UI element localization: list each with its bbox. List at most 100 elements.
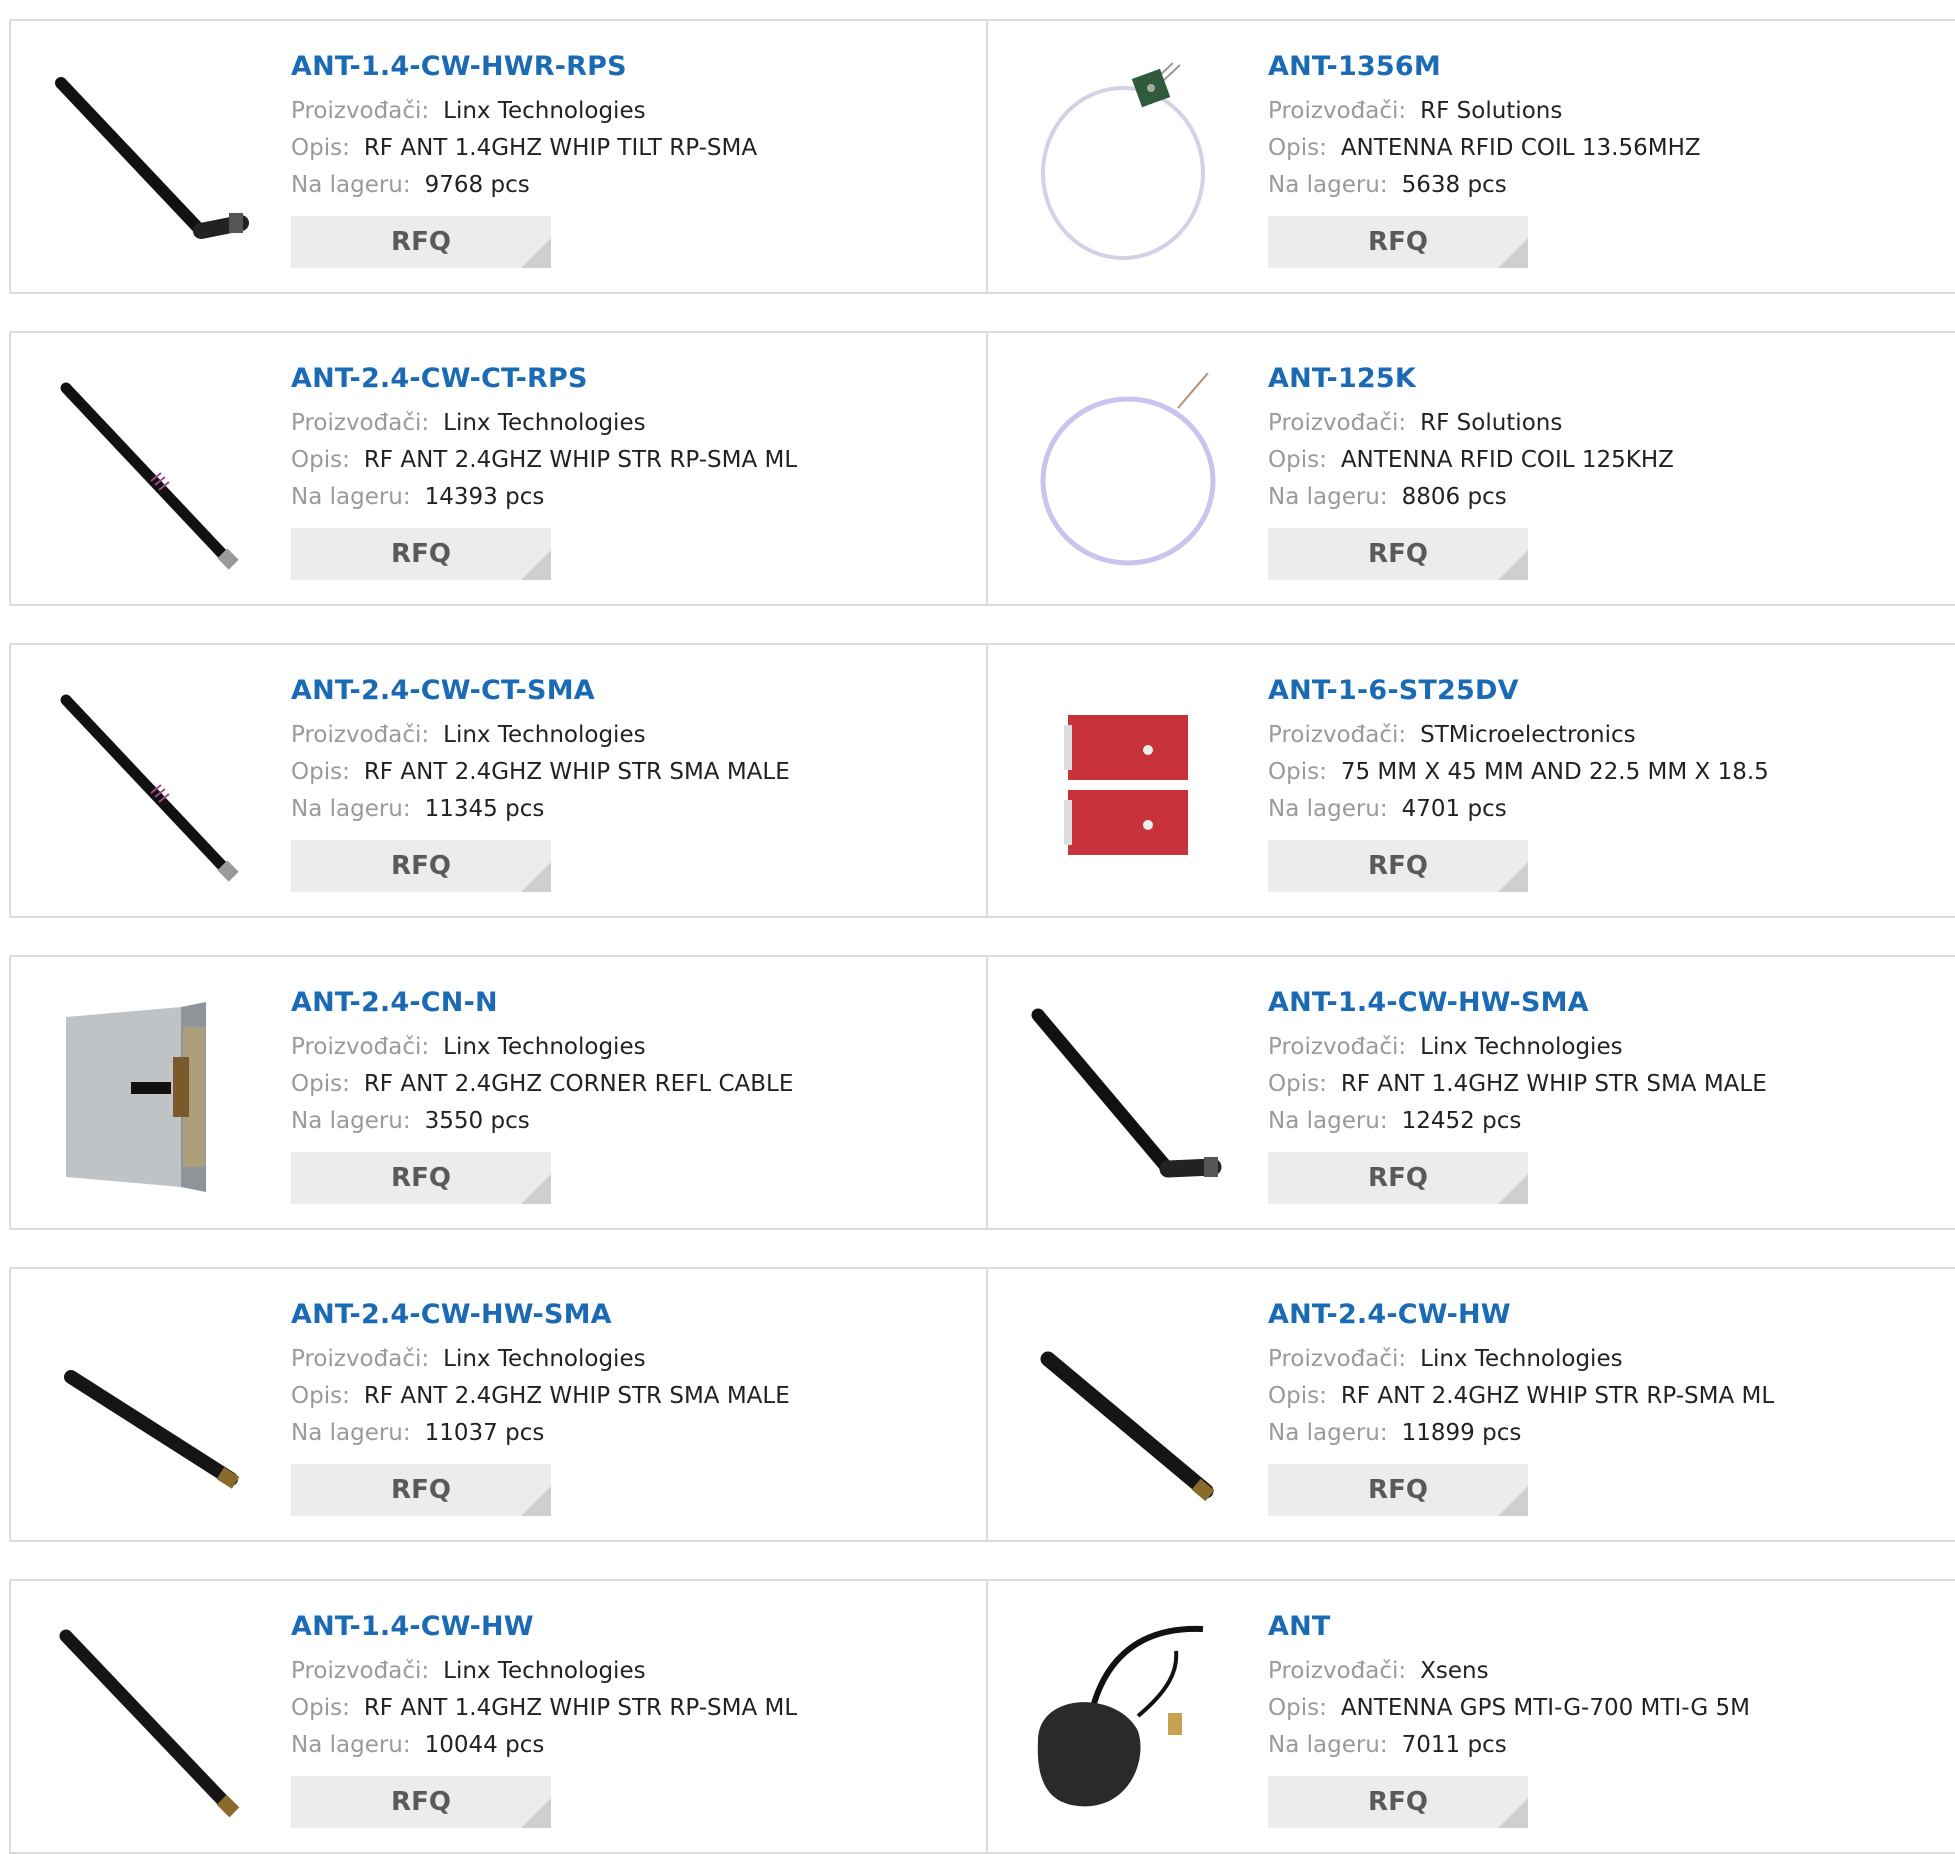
rfq-label: RFQ xyxy=(1368,1163,1428,1193)
product-name-link[interactable]: ANT-1-6-ST25DV xyxy=(1268,673,1769,709)
product-image-straight-whip-striped[interactable] xyxy=(51,373,251,573)
product-name-link[interactable]: ANT-2.4-CW-CT-RPS xyxy=(291,361,797,397)
stock-value: 14393 pcs xyxy=(424,484,545,510)
description-row: Opis: RF ANT 2.4GHZ WHIP STR RP-SMA ML xyxy=(291,442,797,479)
manufacturer-label: Proizvođači: xyxy=(1268,722,1407,748)
manufacturer-row: Proizvođači: STMicroelectronics xyxy=(1268,717,1769,754)
stock-row: Na lageru: 12452 pcs xyxy=(1268,1103,1767,1140)
product-row: ANT-2.4-CW-CT-SMA Proizvođači: Linx Techn… xyxy=(9,643,1955,918)
product-image-straight-whip-striped[interactable] xyxy=(51,685,251,885)
stock-label: Na lageru: xyxy=(291,484,411,510)
product-image-rfid-coil[interactable] xyxy=(1028,373,1228,573)
product-name-link[interactable]: ANT-1.4-CW-HWR-RPS xyxy=(291,49,757,85)
corner-decoration-icon xyxy=(521,862,551,892)
product-name-link[interactable]: ANT-2.4-CW-CT-SMA xyxy=(291,673,790,709)
manufacturer-row: Proizvođači: Linx Technologies xyxy=(291,93,757,130)
stock-value: 9768 pcs xyxy=(424,172,530,198)
product-card: ANT-2.4-CW-CT-RPS Proizvođači: Linx Techn… xyxy=(9,331,988,606)
rfq-button[interactable]: RFQ xyxy=(1268,216,1528,268)
description-label: Opis: xyxy=(291,135,350,161)
product-name-link[interactable]: ANT-1.4-CW-HW-SMA xyxy=(1268,985,1767,1021)
description-label: Opis: xyxy=(291,759,350,785)
manufacturer-value: Linx Technologies xyxy=(443,410,646,436)
corner-decoration-icon xyxy=(521,1486,551,1516)
product-card: ANT-1.4-CW-HW Proizvođači: Linx Technolog… xyxy=(9,1579,988,1854)
description-value: ANTENNA GPS MTI-G-700 MTI-G 5M xyxy=(1340,1695,1750,1721)
product-info: ANT-1.4-CW-HW-SMA Proizvođači: Linx Techn… xyxy=(1268,985,1767,1204)
corner-decoration-icon xyxy=(1498,862,1528,892)
stock-row: Na lageru: 11037 pcs xyxy=(291,1415,790,1452)
product-image-red-pcb-boards[interactable] xyxy=(1028,685,1228,885)
corner-decoration-icon xyxy=(1498,238,1528,268)
description-row: Opis: 75 MM X 45 MM AND 22.5 MM X 18.5 xyxy=(1268,754,1769,791)
product-info: ANT-2.4-CN-N Proizvođači: Linx Technologi… xyxy=(291,985,793,1204)
corner-decoration-icon xyxy=(521,238,551,268)
stock-label: Na lageru: xyxy=(1268,172,1388,198)
description-label: Opis: xyxy=(1268,447,1327,473)
product-name-link[interactable]: ANT-2.4-CW-HW-SMA xyxy=(291,1297,790,1333)
corner-decoration-icon xyxy=(1498,550,1528,580)
manufacturer-value: Linx Technologies xyxy=(443,1658,646,1684)
rfq-button[interactable]: RFQ xyxy=(291,1464,551,1516)
rfq-button[interactable]: RFQ xyxy=(291,528,551,580)
product-name-link[interactable]: ANT-1.4-CW-HW xyxy=(291,1609,797,1645)
product-image-straight-whip[interactable] xyxy=(51,1621,251,1821)
manufacturer-value: Linx Technologies xyxy=(443,722,646,748)
product-image-short-whip[interactable] xyxy=(51,1309,251,1509)
stock-value: 10044 pcs xyxy=(424,1732,545,1758)
product-image-rfid-coil-pcb[interactable] xyxy=(1028,61,1228,261)
product-info: ANT-2.4-CW-CT-SMA Proizvođači: Linx Techn… xyxy=(291,673,790,892)
stock-value: 11037 pcs xyxy=(424,1420,545,1446)
product-image-tilt-whip-antenna[interactable] xyxy=(1028,997,1228,1197)
product-image-short-whip[interactable] xyxy=(1028,1309,1228,1509)
product-image-corner-reflector[interactable] xyxy=(51,997,251,1197)
rfq-button[interactable]: RFQ xyxy=(1268,1152,1528,1204)
stock-label: Na lageru: xyxy=(291,172,411,198)
rfq-button[interactable]: RFQ xyxy=(291,840,551,892)
product-name-link[interactable]: ANT-1356M xyxy=(1268,49,1701,85)
product-name-link[interactable]: ANT xyxy=(1268,1609,1750,1645)
product-name-link[interactable]: ANT-2.4-CW-HW xyxy=(1268,1297,1774,1333)
product-image-gps-puck-antenna[interactable] xyxy=(1028,1621,1228,1821)
product-row: ANT-2.4-CW-HW-SMA Proizvođači: Linx Techn… xyxy=(9,1267,1955,1542)
product-info: ANT-1.4-CW-HWR-RPS Proizvođači: Linx Tech… xyxy=(291,49,757,268)
product-card: ANT-1356M Proizvođači: RF Solutions Opis:… xyxy=(986,19,1955,294)
product-row: ANT-2.4-CW-CT-RPS Proizvođači: Linx Techn… xyxy=(9,331,1955,606)
product-grid: ANT-1.4-CW-HWR-RPS Proizvođači: Linx Tech… xyxy=(0,0,1955,1854)
description-row: Opis: RF ANT 2.4GHZ WHIP STR SMA MALE xyxy=(291,1378,790,1415)
description-value: RF ANT 1.4GHZ WHIP TILT RP-SMA xyxy=(363,135,758,161)
description-label: Opis: xyxy=(291,1071,350,1097)
manufacturer-label: Proizvođači: xyxy=(291,1034,430,1060)
product-row: ANT-2.4-CN-N Proizvođači: Linx Technologi… xyxy=(9,955,1955,1230)
rfq-button[interactable]: RFQ xyxy=(1268,840,1528,892)
description-value: RF ANT 1.4GHZ WHIP STR RP-SMA ML xyxy=(363,1695,798,1721)
product-card: ANT-1.4-CW-HWR-RPS Proizvođači: Linx Tech… xyxy=(9,19,988,294)
product-card: ANT-1-6-ST25DV Proizvođači: STMicroelectr… xyxy=(986,643,1955,918)
product-image-tilt-whip-antenna[interactable] xyxy=(51,61,251,261)
manufacturer-row: Proizvođači: RF Solutions xyxy=(1268,405,1674,442)
manufacturer-row: Proizvođači: RF Solutions xyxy=(1268,93,1701,130)
product-info: ANT-2.4-CW-HW Proizvođači: Linx Technolog… xyxy=(1268,1297,1774,1516)
product-name-link[interactable]: ANT-125K xyxy=(1268,361,1674,397)
rfq-button[interactable]: RFQ xyxy=(1268,528,1528,580)
stock-label: Na lageru: xyxy=(1268,796,1388,822)
rfq-button[interactable]: RFQ xyxy=(1268,1464,1528,1516)
rfq-button[interactable]: RFQ xyxy=(291,1776,551,1828)
product-row: ANT-1.4-CW-HW Proizvođači: Linx Technolog… xyxy=(9,1579,1955,1854)
corner-decoration-icon xyxy=(1498,1798,1528,1828)
product-card: ANT-2.4-CW-CT-SMA Proizvođači: Linx Techn… xyxy=(9,643,988,918)
manufacturer-row: Proizvođači: Linx Technologies xyxy=(291,717,790,754)
stock-row: Na lageru: 3550 pcs xyxy=(291,1103,793,1140)
corner-decoration-icon xyxy=(521,550,551,580)
manufacturer-row: Proizvođači: Linx Technologies xyxy=(291,1029,793,1066)
manufacturer-row: Proizvođači: Linx Technologies xyxy=(1268,1341,1774,1378)
product-info: ANT-1356M Proizvođači: RF Solutions Opis:… xyxy=(1268,49,1701,268)
rfq-button[interactable]: RFQ xyxy=(1268,1776,1528,1828)
rfq-label: RFQ xyxy=(1368,227,1428,257)
rfq-button[interactable]: RFQ xyxy=(291,216,551,268)
product-card: ANT-1.4-CW-HW-SMA Proizvođači: Linx Techn… xyxy=(986,955,1955,1230)
product-name-link[interactable]: ANT-2.4-CN-N xyxy=(291,985,793,1021)
rfq-label: RFQ xyxy=(391,851,451,881)
rfq-button[interactable]: RFQ xyxy=(291,1152,551,1204)
description-label: Opis: xyxy=(291,1383,350,1409)
